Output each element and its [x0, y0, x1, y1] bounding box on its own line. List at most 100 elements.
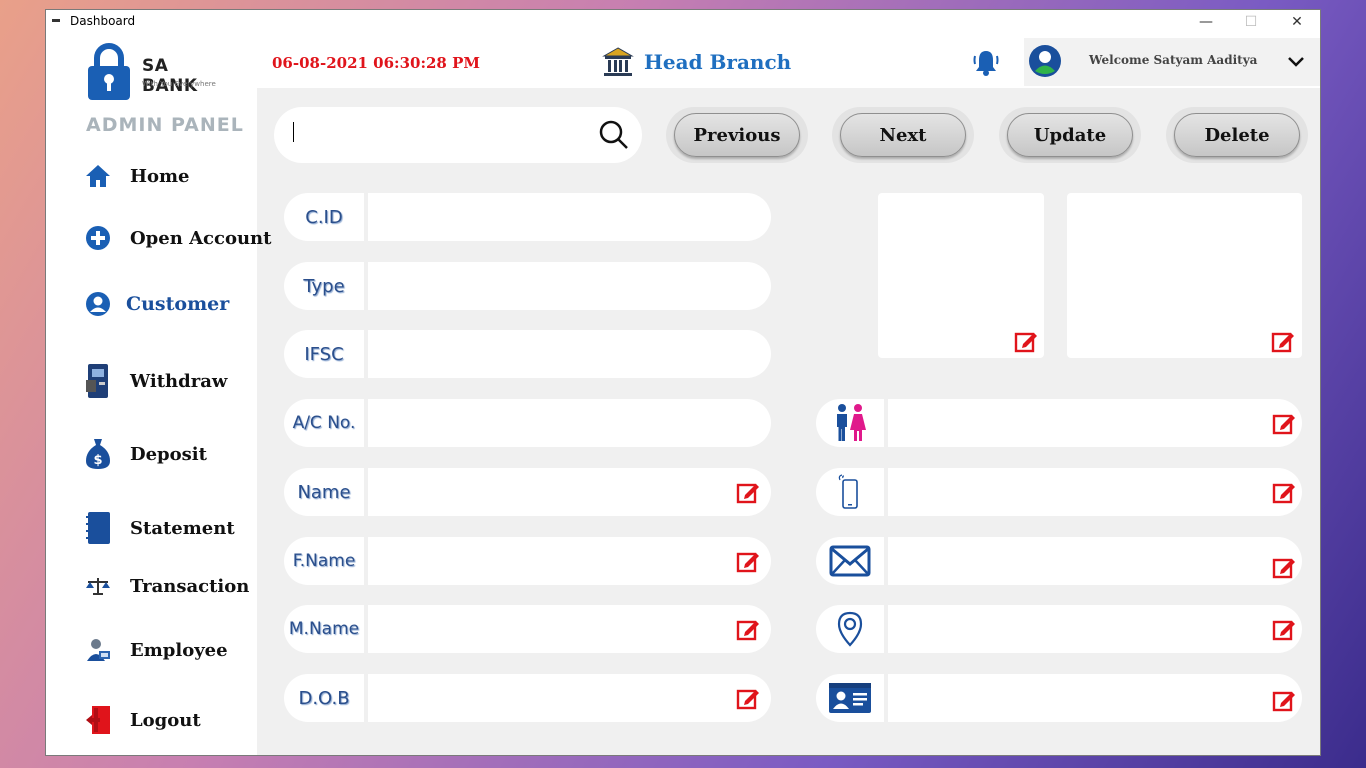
email-field[interactable] — [888, 537, 1302, 585]
edit-icon[interactable] — [736, 549, 760, 573]
sidebar-item-withdraw[interactable]: Withdraw — [82, 361, 227, 401]
delete-button-label: Delete — [1174, 113, 1300, 157]
sidebar-item-label: Statement — [130, 517, 235, 539]
delete-button[interactable]: Delete — [1166, 107, 1308, 163]
chevron-down-icon[interactable] — [1287, 56, 1305, 68]
dob-field[interactable] — [368, 674, 771, 722]
edit-icon[interactable] — [1272, 480, 1296, 504]
search-input[interactable] — [290, 119, 584, 151]
cid-field[interactable] — [368, 193, 771, 241]
gender-icon — [816, 399, 884, 447]
scale-icon — [82, 570, 114, 602]
ifsc-field[interactable] — [368, 330, 771, 378]
sidebar-item-logout[interactable]: Logout — [82, 700, 201, 740]
sidebar-item-home[interactable]: Home — [82, 156, 190, 196]
id-card-icon — [816, 674, 884, 722]
customer-signature-box[interactable] — [1067, 193, 1302, 358]
dob-label: D.O.B — [284, 674, 364, 722]
edit-icon[interactable] — [1271, 329, 1295, 353]
gender-field[interactable] — [888, 399, 1302, 447]
sidebar-item-customer[interactable]: Customer — [82, 284, 229, 324]
logout-icon — [82, 704, 114, 736]
ifsc-label: IFSC — [284, 330, 364, 378]
edit-icon[interactable] — [736, 686, 760, 710]
notebook-icon — [82, 512, 114, 544]
title-bar: Dashboard — ☐ ✕ — [46, 10, 1320, 34]
search-box — [274, 107, 642, 163]
sidebar-item-label: Deposit — [130, 443, 207, 465]
minimize-button[interactable]: — — [1183, 10, 1229, 34]
type-field[interactable] — [368, 262, 771, 310]
sidebar-item-transaction[interactable]: Transaction — [82, 566, 249, 606]
bank-building-icon — [602, 47, 634, 76]
bank-logo: SA BANK With You Everywhere ADMIN PANEL — [86, 42, 243, 137]
sidebar-item-employee[interactable]: Employee — [82, 630, 228, 670]
bank-tagline: With You Everywhere — [142, 80, 216, 88]
lock-logo-icon — [88, 43, 130, 100]
sidebar-item-label: Logout — [130, 709, 201, 731]
plus-circle-icon — [82, 222, 114, 254]
user-circle-icon — [82, 288, 114, 320]
type-label: Type — [284, 262, 364, 310]
svg-text:$: $ — [93, 453, 102, 468]
customer-photo-box[interactable] — [878, 193, 1044, 358]
name-field[interactable] — [368, 468, 771, 516]
mother-name-label: M.Name — [284, 605, 364, 653]
edit-icon[interactable] — [1272, 555, 1296, 579]
update-button-label: Update — [1007, 113, 1133, 157]
maximize-button[interactable]: ☐ — [1228, 10, 1274, 34]
update-button[interactable]: Update — [999, 107, 1141, 163]
previous-button-label: Previous — [674, 113, 800, 157]
edit-icon[interactable] — [1014, 329, 1038, 353]
next-button-label: Next — [840, 113, 966, 157]
address-field[interactable] — [888, 605, 1302, 653]
edit-icon[interactable] — [1272, 411, 1296, 435]
location-pin-icon — [816, 605, 884, 653]
atm-icon — [82, 364, 114, 398]
bank-name: SA BANK — [142, 56, 198, 96]
sidebar-item-deposit[interactable]: $ Deposit — [82, 434, 207, 474]
text-caret — [293, 122, 294, 142]
id-proof-field[interactable] — [888, 674, 1302, 722]
notification-bell-icon[interactable] — [971, 48, 1001, 82]
admin-panel-title: ADMIN PANEL — [86, 114, 244, 136]
name-label: Name — [284, 468, 364, 516]
app-icon — [52, 19, 60, 22]
sidebar-item-statement[interactable]: Statement — [82, 508, 235, 548]
edit-icon[interactable] — [1272, 688, 1296, 712]
header-bar: 06-08-2021 06:30:28 PM Head Branch Welco… — [257, 34, 1320, 88]
account-number-field[interactable] — [368, 399, 771, 447]
edit-icon[interactable] — [736, 617, 760, 641]
edit-icon[interactable] — [736, 480, 760, 504]
branch-name: Head Branch — [644, 50, 792, 74]
employee-icon — [82, 634, 114, 666]
home-icon — [82, 160, 114, 192]
window-title: Dashboard — [70, 14, 136, 28]
mother-name-field[interactable] — [368, 605, 771, 653]
sidebar-item-label: Employee — [130, 639, 228, 661]
user-panel[interactable]: Welcome Satyam Aaditya — [1024, 38, 1320, 86]
sidebar-item-label: Withdraw — [130, 370, 228, 392]
sidebar-item-label: Transaction — [130, 575, 250, 597]
sidebar-item-label: Home — [130, 165, 190, 187]
search-icon[interactable] — [598, 119, 630, 151]
phone-field[interactable] — [888, 468, 1302, 516]
next-button[interactable]: Next — [832, 107, 974, 163]
branch-title: Head Branch — [602, 46, 791, 78]
mail-icon — [816, 537, 884, 585]
father-name-label: F.Name — [284, 537, 364, 585]
sidebar-item-label: Open Account — [130, 227, 272, 249]
sidebar-item-label: Customer — [126, 293, 230, 315]
sidebar-item-open-account[interactable]: Open Account — [82, 218, 271, 258]
datetime-display: 06-08-2021 06:30:28 PM — [272, 54, 480, 72]
previous-button[interactable]: Previous — [666, 107, 808, 163]
app-window: Dashboard — ☐ ✕ SA BANK With You Everywh… — [46, 10, 1320, 755]
welcome-text: Welcome Satyam Aaditya — [1089, 53, 1258, 67]
account-number-label: A/C No. — [284, 399, 364, 447]
cid-label: C.ID — [284, 193, 364, 241]
sidebar: SA BANK With You Everywhere ADMIN PANEL … — [46, 34, 271, 755]
money-bag-icon: $ — [82, 438, 114, 470]
father-name-field[interactable] — [368, 537, 771, 585]
close-button[interactable]: ✕ — [1274, 10, 1320, 34]
edit-icon[interactable] — [1272, 617, 1296, 641]
